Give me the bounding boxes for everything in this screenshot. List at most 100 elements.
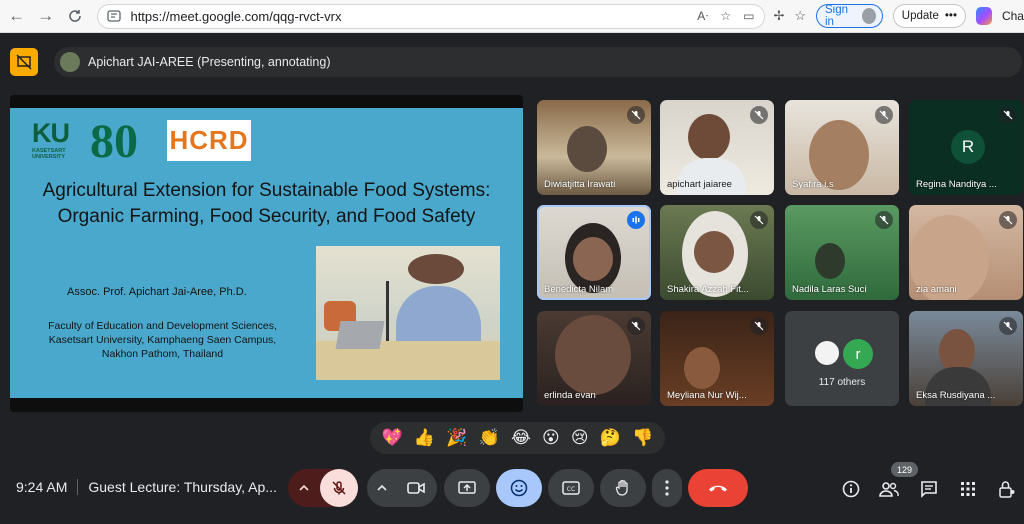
participant-video (815, 243, 845, 279)
participant-tile[interactable]: zia amani (909, 205, 1023, 300)
activities-button[interactable] (955, 476, 981, 502)
microphone-control (288, 469, 358, 507)
presentation-slide: KU KASETSART UNIVERSITY 80 HCRD Agricult… (10, 108, 523, 398)
presenter-pill: Apichart JAI-AREE (Presenting, annotatin… (54, 47, 1022, 77)
people-button[interactable] (876, 476, 902, 502)
mic-off-icon (999, 317, 1017, 335)
reaction-thumbs-down[interactable]: 👎 (632, 428, 653, 448)
reaction-thumbs-up[interactable]: 👍 (414, 428, 435, 448)
raise-hand-button[interactable] (600, 469, 646, 507)
reaction-surprised[interactable]: 😮 (542, 428, 560, 448)
copilot-icon[interactable] (975, 7, 992, 25)
others-avatar-initial: r (843, 339, 873, 369)
mic-off-icon (875, 211, 893, 229)
more-options-button[interactable] (652, 469, 682, 507)
back-icon[interactable]: ← (4, 3, 29, 29)
forward-icon[interactable]: → (33, 3, 58, 29)
sign-in-button[interactable]: Sign in (816, 4, 883, 28)
chat-button[interactable] (916, 476, 942, 502)
apps-grid-icon (961, 482, 975, 496)
meeting-details-button[interactable] (838, 476, 864, 502)
audio-settings-chevron-icon[interactable] (288, 469, 320, 507)
presenter-photo (316, 246, 500, 380)
reaction-laughing[interactable]: 😂 (511, 428, 531, 448)
affiliation-line1: Faculty of Education and Development Sci… (48, 320, 277, 332)
participant-avatar: R (951, 130, 985, 164)
camera-button[interactable] (397, 469, 435, 507)
participant-video (684, 347, 720, 389)
participant-name: Meyliana Nur Wij... (667, 390, 747, 401)
participant-name: Shakira Azzah Fit... (667, 284, 749, 295)
reload-icon[interactable] (62, 3, 87, 29)
address-bar[interactable]: https://meet.google.com/qqg-rvct-vrx Aᐧ … (97, 3, 766, 29)
mic-off-button[interactable] (320, 469, 358, 507)
mic-off-icon (750, 211, 768, 229)
participant-tile[interactable]: Benedicta Nilam (537, 205, 651, 300)
participant-tile[interactable]: Shakira Azzah Fit... (660, 205, 774, 300)
ku-logo-subtext: KASETSART UNIVERSITY (32, 148, 66, 160)
mic-off-icon (999, 211, 1017, 229)
participant-tile[interactable]: apichart jaiaree (660, 100, 774, 195)
extensions-icon[interactable]: ✢ (773, 8, 784, 24)
leave-call-button[interactable] (688, 469, 748, 507)
participant-video (555, 315, 631, 395)
participant-tile[interactable]: Nadila Laras Suci (785, 205, 899, 300)
reaction-sparkling-heart[interactable]: 💖 (382, 428, 403, 448)
current-time: 9:24 AM (16, 479, 68, 495)
read-aloud-icon[interactable]: Aᐧ (697, 9, 708, 23)
presenter-label: Apichart JAI-AREE (Presenting, annotatin… (88, 55, 331, 69)
meeting-controls-bar: 9:24 AM Guest Lecture: Thursday, Ap... C… (0, 463, 1024, 513)
participant-name: apichart jaiaree (667, 179, 732, 190)
ku-logo-text: KU (32, 118, 70, 148)
anniversary-logo: 80 (90, 115, 138, 168)
participant-face (573, 237, 613, 281)
participant-video (567, 126, 607, 172)
host-controls-button[interactable] (994, 476, 1020, 502)
captions-button[interactable]: CC (548, 469, 594, 507)
more-dots-icon: ••• (944, 10, 957, 22)
profile-avatar-icon (861, 8, 876, 24)
stop-presenting-icon[interactable] (10, 48, 38, 76)
chat-icon (921, 481, 937, 498)
others-tile[interactable]: r 117 others (785, 311, 899, 406)
others-avatar (813, 339, 841, 367)
ku-logo: KU KASETSART UNIVERSITY (32, 118, 78, 160)
copilot-label[interactable]: Cha (1002, 9, 1024, 23)
info-icon (842, 480, 860, 498)
participant-name: Nadila Laras Suci (792, 284, 867, 295)
reaction-crying[interactable]: 😢 (571, 428, 589, 448)
participant-name: Benedicta Nilam (544, 284, 614, 295)
video-settings-chevron-icon[interactable] (367, 469, 397, 507)
speaking-indicator-icon (627, 211, 645, 229)
participant-tile[interactable]: Syafira i.s (785, 100, 899, 195)
mic-off-icon (750, 317, 768, 335)
slide-author: Assoc. Prof. Apichart Jai-Aree, Ph.D. (67, 286, 247, 298)
url-text: https://meet.google.com/qqg-rvct-vrx (130, 8, 342, 24)
reaction-thinking[interactable]: 🤔 (600, 428, 621, 448)
participant-name: Syafira i.s (792, 179, 834, 190)
hang-up-icon (709, 485, 727, 492)
slide-affiliation: Faculty of Education and Development Sci… (35, 319, 290, 361)
participant-tile[interactable]: Eksa Rusdiyana ... (909, 311, 1023, 406)
affiliation-line3: Nakhon Pathom, Thailand (101, 348, 224, 360)
hcrd-logo: HCRD (167, 120, 251, 161)
present-screen-button[interactable] (444, 469, 490, 507)
participant-tile[interactable]: Meyliana Nur Wij... (660, 311, 774, 406)
participant-tile[interactable]: R Regina Nanditya ... (909, 100, 1023, 195)
reactions-bar: 💖 👍 🎉 👏 😂 😮 😢 🤔 👎 (370, 422, 665, 454)
reactions-button[interactable] (496, 469, 542, 507)
people-icon (879, 482, 899, 497)
favorite-star-icon[interactable]: ☆ (720, 9, 731, 23)
site-info-icon[interactable] (106, 9, 122, 23)
favorites-icon[interactable]: ☆ (794, 8, 806, 24)
update-button[interactable]: Update ••• (892, 4, 966, 28)
photo-person-head (408, 254, 464, 284)
reaction-clapping[interactable]: 👏 (479, 428, 500, 448)
participant-name: Diwiatjitta Irawati (544, 179, 616, 190)
participant-count-badge: 129 (891, 462, 919, 477)
meeting-info: 9:24 AM Guest Lecture: Thursday, Ap... (16, 479, 277, 495)
participant-tile[interactable]: erlinda evan (537, 311, 651, 406)
reaction-party-popper[interactable]: 🎉 (446, 428, 467, 448)
participant-tile[interactable]: Diwiatjitta Irawati (537, 100, 651, 195)
camera-permission-icon[interactable]: ▭ (743, 9, 754, 23)
